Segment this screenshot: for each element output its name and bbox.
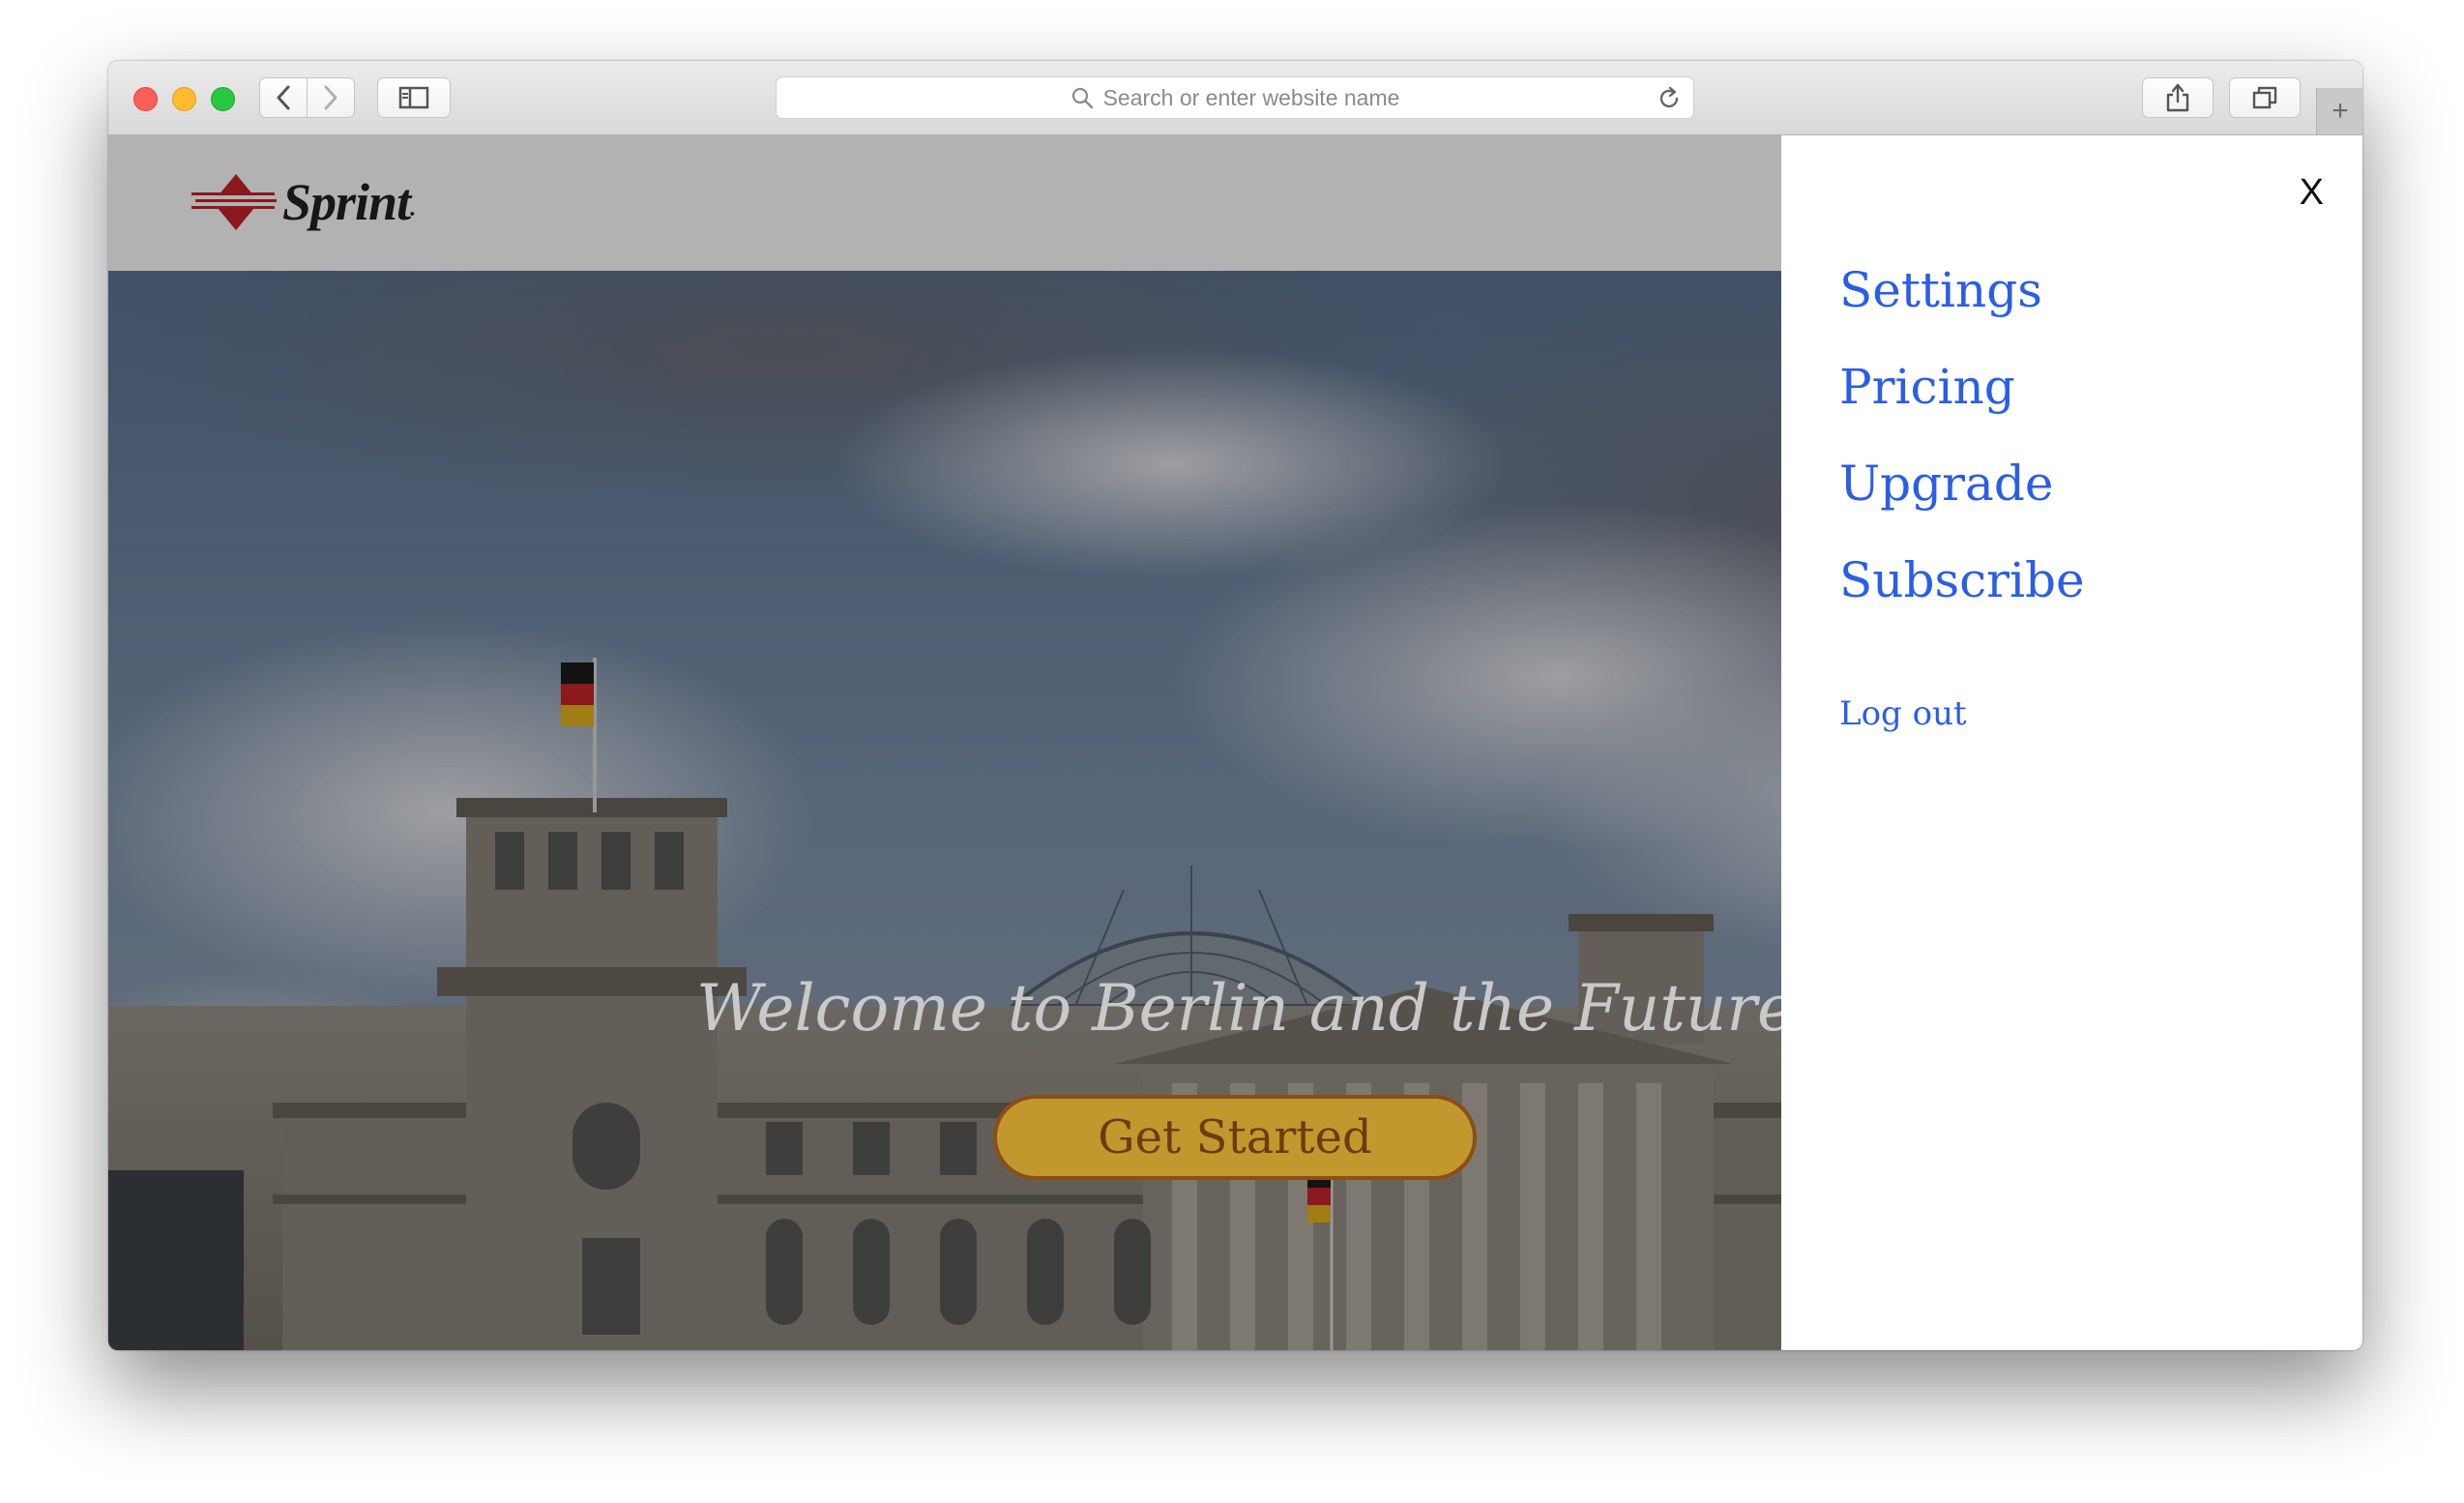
menu-item-upgrade[interactable]: Upgrade [1839,435,2085,532]
share-button[interactable] [2142,77,2214,118]
menu-item-settings[interactable]: Settings [1839,242,2085,339]
sidebar-icon [398,86,429,109]
logout-link[interactable]: Log out [1839,694,1967,733]
close-window-button[interactable] [133,87,158,111]
search-icon [1071,87,1093,109]
sidebar-toggle-button[interactable] [377,77,451,118]
new-tab-button[interactable]: + [2316,88,2362,134]
browser-window: Search or enter website name + Sprint . … [108,61,2362,1350]
forward-button[interactable] [307,77,355,118]
drawer-menu-list: Settings Pricing Upgrade Subscribe [1839,242,2085,629]
get-started-button[interactable]: Get Started [993,1095,1477,1180]
plus-icon: + [2332,95,2349,127]
chevron-right-icon [324,85,337,110]
address-bar[interactable]: Search or enter website name [776,76,1694,119]
reload-icon[interactable] [1657,86,1682,111]
back-button[interactable] [259,77,308,118]
tabs-icon [2252,86,2277,109]
page-viewport: Sprint . Welcome to Berlin and the Futur… [108,135,2362,1350]
close-menu-button[interactable]: X [2300,172,2324,214]
maximize-window-button[interactable] [211,87,235,111]
hero-title: Welcome to Berlin and the Future. [695,971,1815,1046]
show-tabs-button[interactable] [2229,77,2301,118]
web-page: Sprint . Welcome to Berlin and the Futur… [108,135,2362,1350]
chevron-left-icon [277,85,290,110]
minimize-window-button[interactable] [172,87,196,111]
header-dim-overlay [108,135,1781,271]
address-placeholder: Search or enter website name [1102,84,1400,110]
menu-item-pricing[interactable]: Pricing [1839,339,2085,435]
share-icon [2166,83,2189,112]
address-search-area[interactable]: Search or enter website name [777,77,1693,118]
browser-toolbar: Search or enter website name + [108,61,2362,135]
side-menu-drawer: X Settings Pricing Upgrade Subscribe Log… [1781,135,2362,1350]
menu-item-subscribe[interactable]: Subscribe [1839,532,2085,629]
